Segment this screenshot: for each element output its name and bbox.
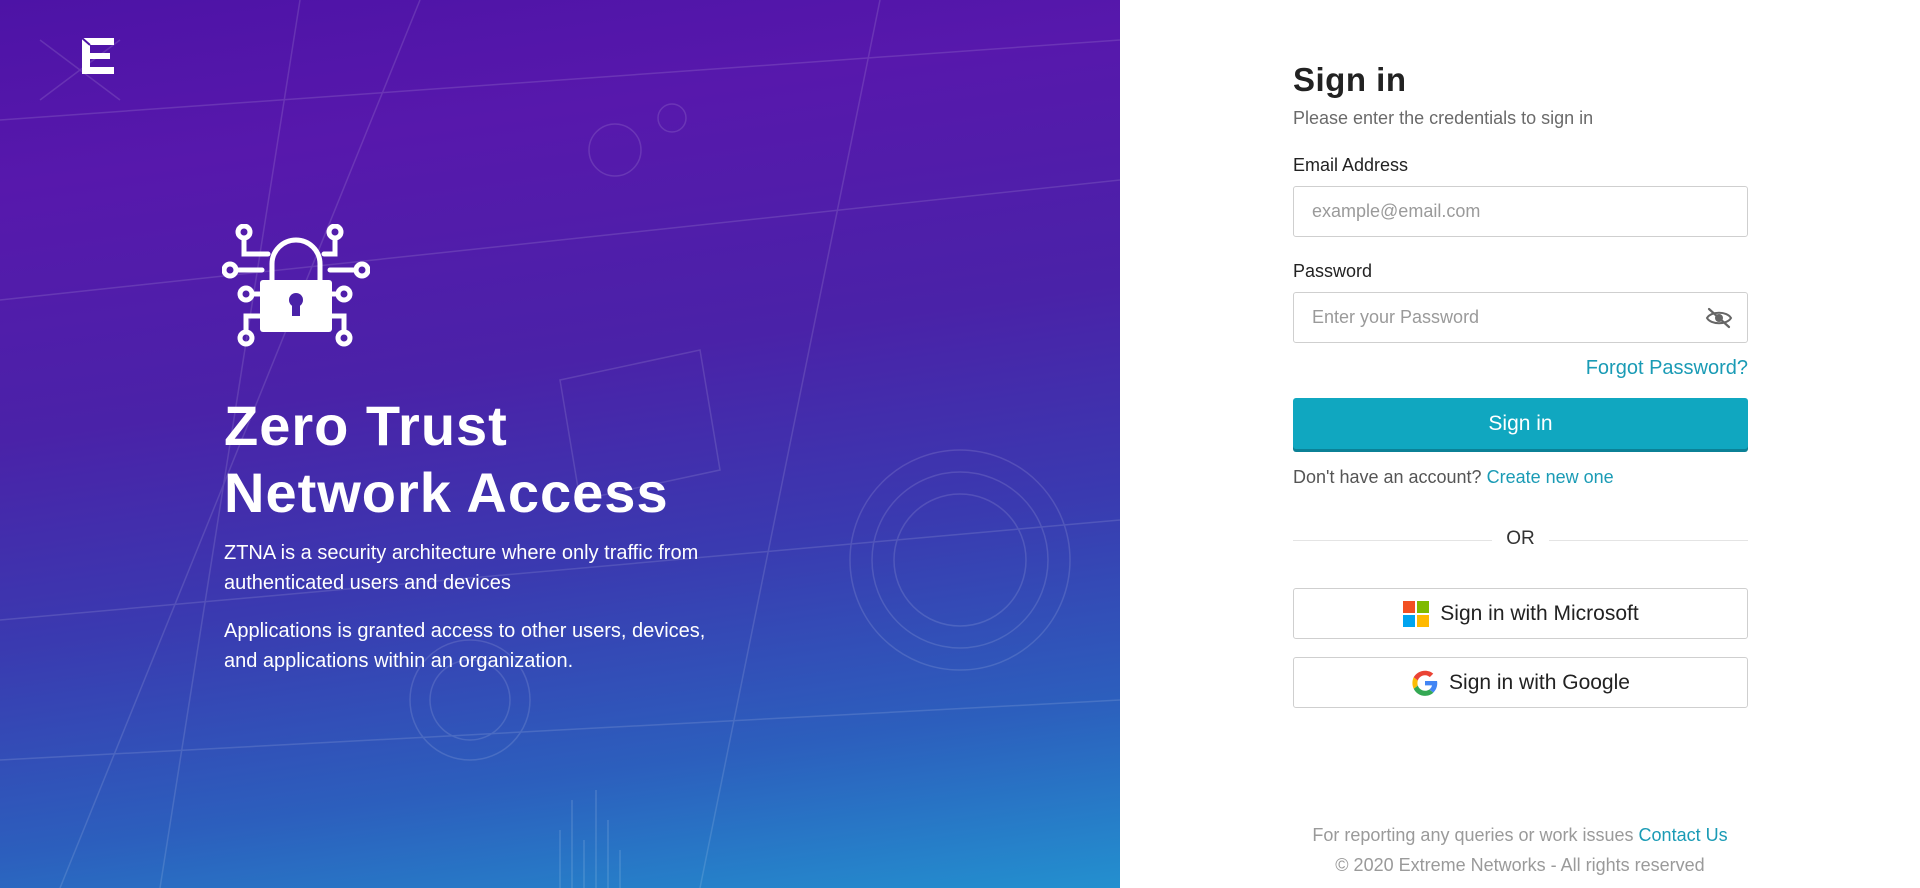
signin-microsoft-label: Sign in with Microsoft <box>1440 601 1639 625</box>
forgot-password-row: Forgot Password? <box>1293 357 1748 380</box>
forgot-password-link[interactable]: Forgot Password? <box>1586 357 1748 379</box>
hero-description-paragraph-2: Applications is granted access to other … <box>224 620 706 672</box>
email-field-container <box>1293 186 1748 237</box>
email-field[interactable] <box>1294 187 1747 236</box>
hero-panel: Zero Trust Network Access ZTNA is a secu… <box>0 0 1120 888</box>
footer-report-row: For reporting any queries or work issues… <box>1120 820 1920 850</box>
signin-microsoft-button[interactable]: Sign in with Microsoft <box>1293 588 1748 639</box>
signin-button[interactable]: Sign in <box>1293 398 1748 449</box>
circuit-lock-icon <box>222 224 370 347</box>
signin-form: Sign in Please enter the credentials to … <box>1293 56 1748 708</box>
hero-title: Zero Trust Network Access <box>224 392 924 526</box>
email-label: Email Address <box>1293 155 1409 175</box>
or-divider-label: OR <box>1492 528 1549 549</box>
signin-title: Sign in <box>1293 61 1407 98</box>
hero-description: ZTNA is a security architecture where on… <box>224 538 744 694</box>
password-field-container <box>1293 292 1748 343</box>
create-account-link[interactable]: Create new one <box>1487 467 1614 487</box>
eye-slash-icon[interactable] <box>1705 306 1733 330</box>
footer-report-text: For reporting any queries or work issues <box>1312 825 1634 845</box>
hero-title-line1: Zero Trust <box>224 394 508 457</box>
create-account-row: Don't have an account? Create new one <box>1293 467 1748 488</box>
signin-subtitle: Please enter the credentials to sign in <box>1293 108 1594 128</box>
password-label: Password <box>1293 261 1373 281</box>
no-account-text: Don't have an account? <box>1293 467 1482 487</box>
microsoft-icon <box>1403 600 1430 627</box>
signin-panel: Sign in Please enter the credentials to … <box>1120 0 1920 888</box>
google-icon <box>1412 670 1438 696</box>
contact-us-link[interactable]: Contact Us <box>1639 825 1728 845</box>
signin-google-label: Sign in with Google <box>1449 670 1630 694</box>
footer: For reporting any queries or work issues… <box>1120 820 1920 880</box>
hero-description-paragraph-1: ZTNA is a security architecture where on… <box>224 542 699 594</box>
extreme-networks-logo-icon <box>81 37 114 74</box>
login-page: Zero Trust Network Access ZTNA is a secu… <box>0 0 1920 888</box>
password-field[interactable] <box>1294 293 1747 342</box>
or-divider: OR <box>1293 528 1748 552</box>
signin-google-button[interactable]: Sign in with Google <box>1293 657 1748 708</box>
footer-copyright: © 2020 Extreme Networks - All rights res… <box>1335 855 1705 875</box>
hero-title-line2: Network Access <box>224 461 669 524</box>
